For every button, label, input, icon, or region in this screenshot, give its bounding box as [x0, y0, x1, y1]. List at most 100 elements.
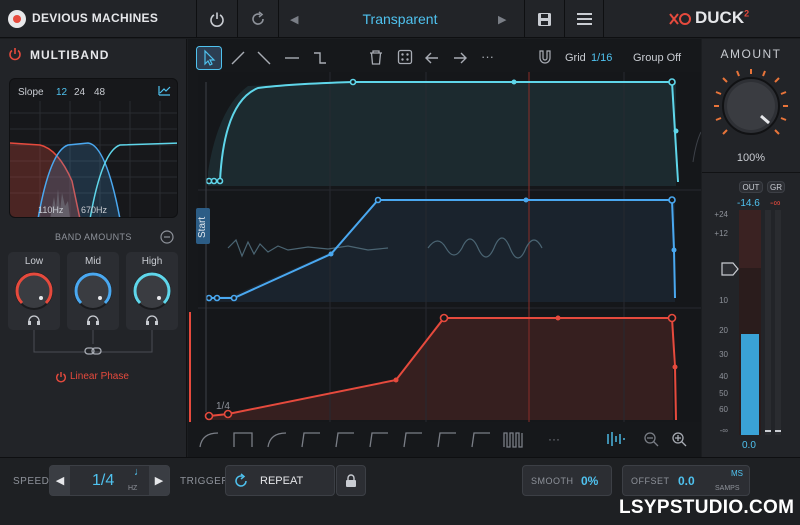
headphones-icon[interactable] [145, 314, 159, 326]
slope-48-button[interactable]: 48 [94, 87, 105, 98]
multiband-power-icon[interactable] [8, 47, 22, 61]
speed-label: SPEED [13, 476, 50, 487]
speed-unit[interactable]: HZ [128, 485, 137, 492]
meter-hot-zone [739, 210, 761, 268]
menu-button[interactable] [564, 0, 604, 38]
out-value: -14.6 [737, 198, 760, 209]
svg-text:···: ··· [548, 432, 560, 446]
spectrum-graph-icon[interactable] [158, 85, 171, 96]
power-button[interactable] [196, 0, 236, 38]
scale-mark: 50 [719, 389, 728, 398]
product-version: 2 [744, 8, 750, 19]
gr-meter-right [775, 210, 781, 435]
grid-value-selector[interactable]: 1/16 [591, 52, 612, 64]
repeat-icon [235, 473, 247, 487]
save-button[interactable] [524, 0, 564, 38]
line-tool-icon[interactable] [230, 50, 246, 66]
shape-preset [199, 432, 219, 448]
band-mid-knob[interactable] [72, 270, 114, 312]
randomize-dice-icon[interactable] [397, 49, 413, 65]
select-tool-icon[interactable] [196, 46, 222, 70]
hamburger-menu-icon [576, 13, 592, 25]
slope-12-button[interactable]: 12 [56, 87, 67, 98]
scale-mark: 60 [719, 405, 728, 414]
note-icon: ♩ [134, 466, 145, 478]
scale-mark: 40 [719, 372, 728, 381]
band-high-label: High [141, 256, 163, 267]
lock-icon [346, 474, 356, 487]
scale-mark: 20 [719, 326, 728, 335]
smooth-label: SMOOTH [531, 476, 574, 486]
previous-preset-icon[interactable]: ◀ [290, 13, 298, 26]
gr-zero-marker [765, 430, 781, 432]
offset-unit-ms[interactable]: MS [731, 469, 743, 478]
save-icon [538, 12, 551, 26]
multiband-title: MULTIBAND [30, 48, 110, 62]
gr-value: -∞ [770, 198, 781, 209]
linear-phase-toggle[interactable]: Linear Phase [70, 371, 129, 382]
more-options-icon[interactable]: ··· [481, 49, 494, 64]
gr-label[interactable]: GR [767, 181, 785, 193]
trigger-lock-button[interactable] [336, 465, 366, 496]
shape-presets-row[interactable]: ··· [188, 427, 701, 451]
headphones-icon[interactable] [86, 314, 100, 326]
band-amounts-label: BAND AMOUNTS [55, 232, 132, 242]
meter-scale: +24 +12 10 20 30 40 50 60 -∞ [706, 208, 728, 438]
scale-mark: -∞ [719, 426, 728, 435]
offset-control[interactable]: OFFSET 0.0 MS SAMPS [622, 465, 750, 496]
speed-decrement-icon[interactable]: ◀ [50, 466, 70, 495]
band-low-knob[interactable] [13, 270, 55, 312]
speed-value[interactable]: 1/4 [92, 472, 114, 490]
amount-knob[interactable] [709, 64, 793, 148]
out-label[interactable]: OUT [739, 181, 763, 193]
brand-name: DEVIOUS MACHINES [32, 11, 159, 25]
arrow-right-icon[interactable] [452, 50, 468, 66]
crossover-freq-low[interactable]: 110Hz [38, 205, 63, 215]
slope-label: Slope [18, 87, 44, 98]
smooth-control[interactable]: SMOOTH 0% [522, 465, 612, 496]
snap-magnet-icon[interactable] [537, 49, 553, 65]
preset-name[interactable]: Transparent [300, 11, 500, 27]
reset-button[interactable] [237, 0, 277, 38]
crossover-freq-high[interactable]: 670Hz [81, 205, 107, 215]
band-high-knob[interactable] [131, 270, 173, 312]
smooth-value[interactable]: 0% [581, 474, 598, 488]
scale-mark: 10 [719, 296, 728, 305]
meter-bottom-value: 0.0 [742, 440, 756, 451]
next-preset-icon[interactable]: ▶ [498, 13, 506, 26]
envelope-lanes[interactable] [188, 72, 701, 422]
link-icon[interactable] [84, 345, 102, 357]
offset-value[interactable]: 0.0 [678, 474, 695, 488]
scale-mark: +12 [714, 229, 728, 238]
slope-24-button[interactable]: 24 [74, 87, 85, 98]
watermark: LSYPSTUDIO.COM [619, 497, 795, 518]
trash-icon[interactable] [368, 49, 384, 66]
offset-unit-samps[interactable]: SAMPS [715, 485, 740, 492]
group-toggle[interactable]: Group Off [633, 52, 681, 64]
scale-mark: +24 [714, 210, 728, 219]
band-low-label: Low [24, 256, 44, 267]
step-tool-icon[interactable] [312, 50, 328, 66]
ramp-down-tool-icon[interactable] [256, 50, 272, 66]
offset-label: OFFSET [631, 476, 670, 486]
start-marker[interactable]: Start [196, 208, 210, 244]
band-low: Low [8, 252, 60, 330]
flat-line-tool-icon[interactable] [284, 50, 300, 66]
grid-label: Grid [565, 52, 586, 64]
start-label: Start [197, 216, 208, 238]
out-meter-fill [741, 333, 759, 435]
linear-phase-power-icon[interactable] [55, 371, 67, 383]
speed-increment-icon[interactable]: ▶ [149, 466, 169, 495]
crossover-display[interactable]: Slope 12 24 48 110Hz 670Hz [9, 78, 178, 218]
devious-machines-logo-icon [8, 10, 26, 28]
power-icon [209, 12, 224, 27]
out-meter [739, 210, 761, 435]
band-mid: Mid [67, 252, 119, 330]
collapse-minus-icon[interactable] [160, 230, 174, 244]
headphones-icon[interactable] [27, 314, 41, 326]
trigger-value[interactable]: REPEAT [260, 475, 303, 487]
threshold-handle-icon[interactable] [721, 262, 739, 276]
trigger-label: TRIGGER [180, 476, 230, 487]
product-name: DUCK2 [695, 8, 749, 28]
arrow-left-icon[interactable] [424, 50, 440, 66]
